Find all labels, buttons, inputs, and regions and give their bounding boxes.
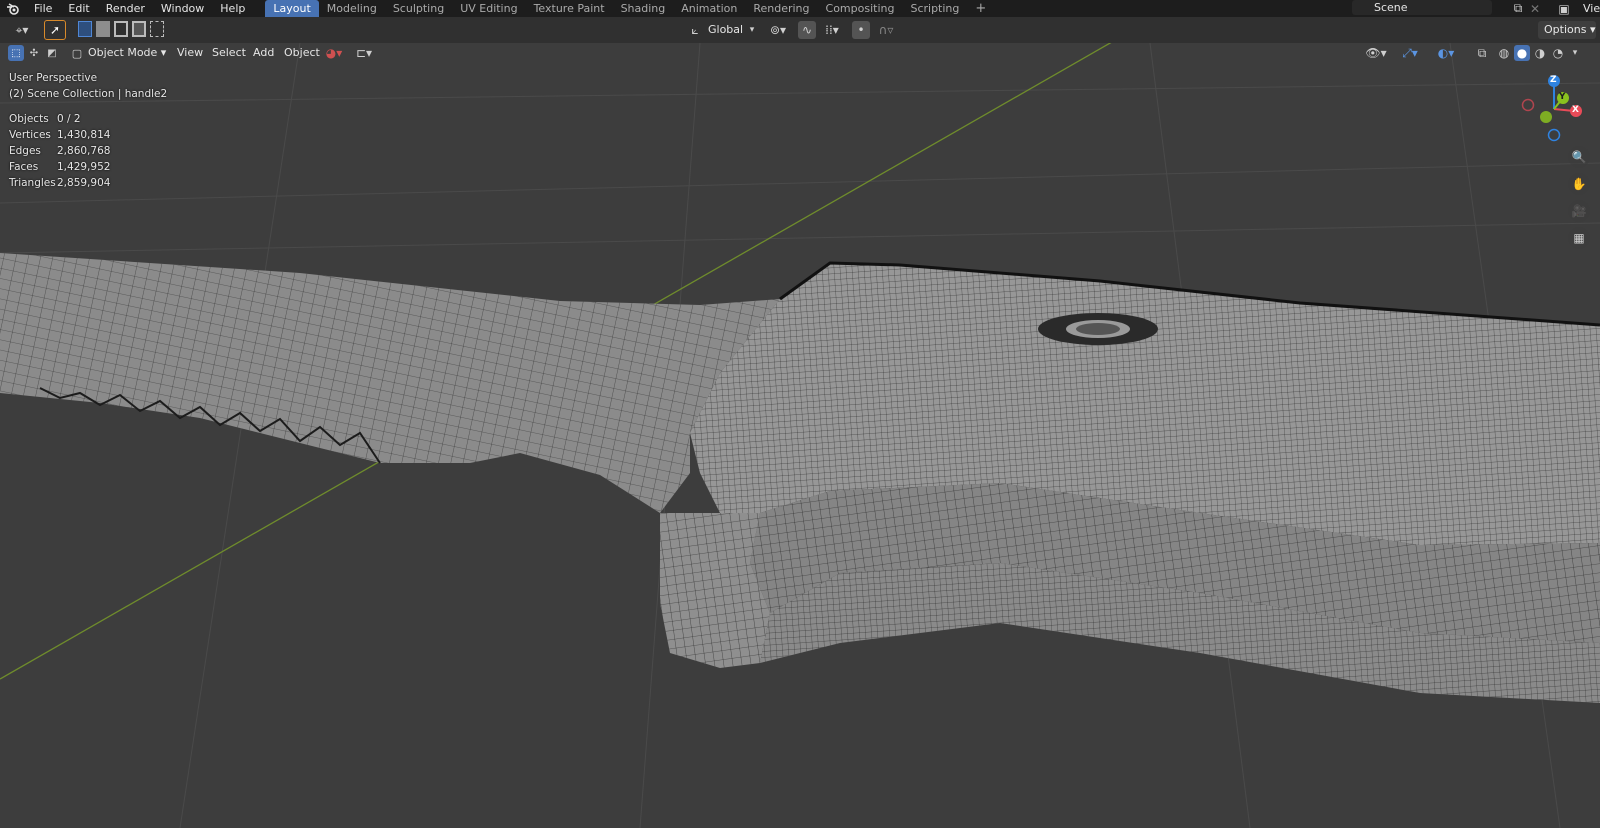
xray-icon[interactable]: ⧉ xyxy=(1474,45,1490,61)
zoom-icon[interactable]: 🔍 xyxy=(1568,146,1590,168)
shading-rendered-icon[interactable]: ◔ xyxy=(1550,45,1566,61)
select-lasso-icon[interactable]: ◩ xyxy=(44,45,60,61)
mode-label: Object Mode xyxy=(88,46,158,59)
stat-label: Faces xyxy=(9,161,39,173)
add-menu[interactable]: Add xyxy=(253,44,274,62)
menu-file[interactable]: File xyxy=(26,0,60,17)
tab-texture-paint[interactable]: Texture Paint xyxy=(526,0,613,17)
overlay-icon[interactable]: ◐▾ xyxy=(1432,45,1460,61)
view-object-types-icon[interactable]: 👁▾ xyxy=(1362,45,1390,61)
link-icon[interactable]: ⊏▾ xyxy=(352,45,376,61)
stat-value: 1,430,814 xyxy=(57,129,111,141)
3d-viewport[interactable]: ⬚ ✣ ◩ ▢ Object Mode ▾ View Select Add Ob… xyxy=(0,43,1600,828)
navigation-gizmo[interactable]: Z Y X xyxy=(1508,73,1588,145)
stat-label: Vertices xyxy=(9,129,51,141)
editor-type-icon[interactable]: ⌖▾ xyxy=(8,21,36,39)
select-extend-icon[interactable] xyxy=(95,21,110,37)
gizmo-x-label: X xyxy=(1572,105,1579,115)
hand-icon[interactable]: ✋ xyxy=(1568,173,1590,195)
new-scene-icon[interactable]: ⧉ xyxy=(1510,1,1526,16)
tab-uv-editing[interactable]: UV Editing xyxy=(452,0,525,17)
falloff-icon[interactable]: ∩▿ xyxy=(872,21,900,39)
camera-icon[interactable]: 🎥 xyxy=(1568,200,1590,222)
scene-selector[interactable]: Scene xyxy=(1352,0,1492,15)
menu-edit[interactable]: Edit xyxy=(60,0,97,17)
shading-options-icon[interactable]: ▾ xyxy=(1568,45,1582,61)
blender-logo-icon[interactable] xyxy=(0,0,26,17)
select-difference-icon[interactable] xyxy=(131,21,147,37)
tab-shading[interactable]: Shading xyxy=(613,0,674,17)
options-label: Options xyxy=(1544,23,1587,36)
chevron-down-icon: ▾ xyxy=(749,25,755,35)
transform-orientation-icon[interactable]: ⟀ xyxy=(686,21,704,39)
pivot-icon[interactable]: ⊚▾ xyxy=(764,21,792,39)
gizmo-y-label: Y xyxy=(1559,92,1566,102)
tab-layout[interactable]: Layout xyxy=(265,0,319,17)
select-tweak-icon[interactable]: ✣ xyxy=(26,45,42,61)
stat-label: Edges xyxy=(9,145,41,157)
select-box-tool-icon[interactable]: ⬚ xyxy=(8,45,24,61)
view-layer-name[interactable]: Vie xyxy=(1583,0,1600,17)
close-icon[interactable]: ✕ xyxy=(1528,1,1542,16)
ortho-grid-icon[interactable]: ▦ xyxy=(1568,227,1590,249)
object-mode-icon: ▢ xyxy=(71,46,83,60)
collection-info: (2) Scene Collection | handle2 xyxy=(9,88,168,100)
workspace-tabs: Layout Modeling Sculpting UV Editing Tex… xyxy=(265,0,994,17)
add-workspace-button[interactable]: + xyxy=(967,0,994,17)
stat-value: 2,859,904 xyxy=(57,177,111,189)
proportional-edit-icon[interactable]: • xyxy=(852,21,870,39)
tab-modeling[interactable]: Modeling xyxy=(319,0,385,17)
snap-target-icon[interactable]: ⁞⁞▾ xyxy=(818,21,846,39)
tab-sculpting[interactable]: Sculpting xyxy=(385,0,452,17)
main-menu: File Edit Render Window Help xyxy=(26,0,253,17)
gizmo-icon[interactable]: ⤢▾ xyxy=(1396,45,1424,61)
shading-material-icon[interactable]: ◑ xyxy=(1532,45,1548,61)
menu-render[interactable]: Render xyxy=(98,0,153,17)
tab-compositing[interactable]: Compositing xyxy=(818,0,903,17)
object-menu[interactable]: Object xyxy=(284,44,320,62)
stat-value: 2,860,768 xyxy=(57,145,111,157)
top-bar: File Edit Render Window Help Layout Mode… xyxy=(0,0,1600,17)
view-menu[interactable]: View xyxy=(177,44,203,62)
stat-label: Triangles xyxy=(9,177,56,189)
shading-wireframe-icon[interactable]: ◍ xyxy=(1496,45,1512,61)
select-subtract-icon[interactable] xyxy=(113,21,128,37)
snap-icon[interactable]: ∿ xyxy=(798,21,816,39)
menu-help[interactable]: Help xyxy=(212,0,253,17)
select-box-mode-icons[interactable] xyxy=(78,21,164,39)
stat-value: 0 / 2 xyxy=(57,113,81,125)
options-dropdown[interactable]: Options ▾ xyxy=(1538,21,1596,39)
gizmo-z-label: Z xyxy=(1550,75,1557,85)
view-name: User Perspective xyxy=(9,72,98,84)
scene-name: Scene xyxy=(1374,1,1408,14)
tool-header: ⌖▾ ➚ ⟀ Global ▾ ⊚▾ ∿ ⁞⁞▾ • ∩▿ Options ▾ xyxy=(0,17,1600,43)
mode-dropdown[interactable]: Object Mode ▾ xyxy=(88,44,166,62)
stat-label: Objects xyxy=(9,113,49,125)
select-intersect-icon[interactable] xyxy=(150,21,164,37)
tab-rendering[interactable]: Rendering xyxy=(745,0,817,17)
select-cursor-icon[interactable]: ➚ xyxy=(44,20,66,40)
viewlayer-icon[interactable]: ▣ xyxy=(1553,1,1575,16)
object-data-icon[interactable]: ◕▾ xyxy=(322,45,346,61)
tab-animation[interactable]: Animation xyxy=(673,0,745,17)
viewport-scene xyxy=(0,43,1600,828)
viewport-header: ⬚ ✣ ◩ ▢ Object Mode ▾ View Select Add Ob… xyxy=(0,43,1600,65)
select-new-icon[interactable] xyxy=(78,21,92,37)
select-menu[interactable]: Select xyxy=(212,44,246,62)
menu-window[interactable]: Window xyxy=(153,0,212,17)
stat-value: 1,429,952 xyxy=(57,161,111,173)
transform-orientation-dropdown[interactable]: Global xyxy=(708,21,743,39)
tab-scripting[interactable]: Scripting xyxy=(902,0,967,17)
shading-solid-icon[interactable]: ● xyxy=(1514,45,1530,61)
